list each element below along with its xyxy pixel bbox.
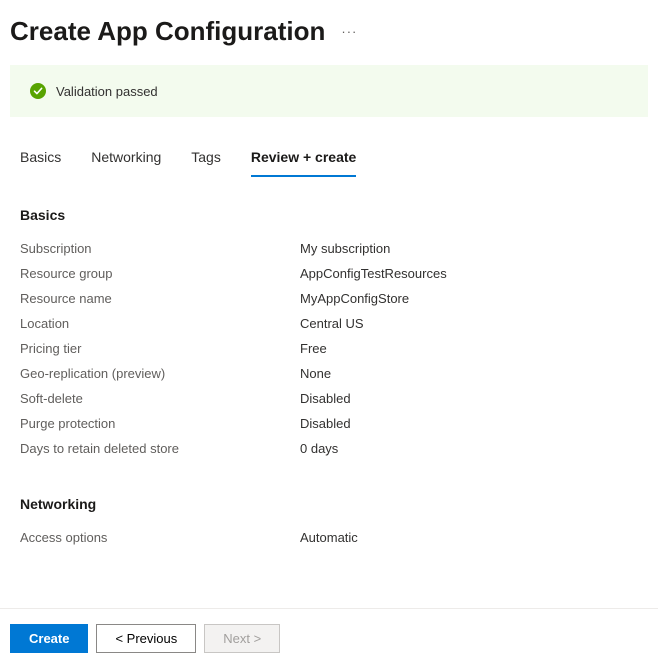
review-content: Basics Subscription My subscription Reso… [0,177,658,565]
field-label: Soft-delete [20,391,300,406]
field-resource-group: Resource group AppConfigTestResources [20,266,638,281]
field-value: Automatic [300,530,358,545]
page-header: Create App Configuration ··· [0,0,658,65]
section-networking-title: Networking [20,496,638,512]
tab-bar: Basics Networking Tags Review + create [0,149,658,177]
next-button: Next > [204,624,280,653]
field-value: Free [300,341,327,356]
field-soft-delete: Soft-delete Disabled [20,391,638,406]
field-label: Location [20,316,300,331]
tab-networking[interactable]: Networking [91,149,161,177]
checkmark-circle-icon [30,83,46,99]
field-value: 0 days [300,441,338,456]
footer-actions: Create < Previous Next > [0,612,658,665]
field-label: Resource group [20,266,300,281]
field-location: Location Central US [20,316,638,331]
section-basics-title: Basics [20,207,638,223]
field-value: AppConfigTestResources [300,266,447,281]
tab-basics[interactable]: Basics [20,149,61,177]
field-label: Days to retain deleted store [20,441,300,456]
field-value: Disabled [300,391,351,406]
field-resource-name: Resource name MyAppConfigStore [20,291,638,306]
field-label: Resource name [20,291,300,306]
field-value: None [300,366,331,381]
tab-tags[interactable]: Tags [191,149,221,177]
create-button[interactable]: Create [10,624,88,653]
field-value: MyAppConfigStore [300,291,409,306]
page-title: Create App Configuration [10,16,325,47]
tab-review-create[interactable]: Review + create [251,149,356,177]
field-retain-days: Days to retain deleted store 0 days [20,441,638,456]
field-label: Subscription [20,241,300,256]
field-value: Disabled [300,416,351,431]
validation-banner: Validation passed [10,65,648,117]
footer-divider [0,608,658,609]
field-label: Geo-replication (preview) [20,366,300,381]
field-value: Central US [300,316,364,331]
field-pricing: Pricing tier Free [20,341,638,356]
field-geo-replication: Geo-replication (preview) None [20,366,638,381]
field-access-options: Access options Automatic [20,530,638,545]
field-purge-protection: Purge protection Disabled [20,416,638,431]
field-subscription: Subscription My subscription [20,241,638,256]
field-value: My subscription [300,241,390,256]
field-label: Access options [20,530,300,545]
previous-button[interactable]: < Previous [96,624,196,653]
more-actions-button[interactable]: ··· [341,24,357,39]
validation-text: Validation passed [56,84,158,99]
field-label: Purge protection [20,416,300,431]
field-label: Pricing tier [20,341,300,356]
